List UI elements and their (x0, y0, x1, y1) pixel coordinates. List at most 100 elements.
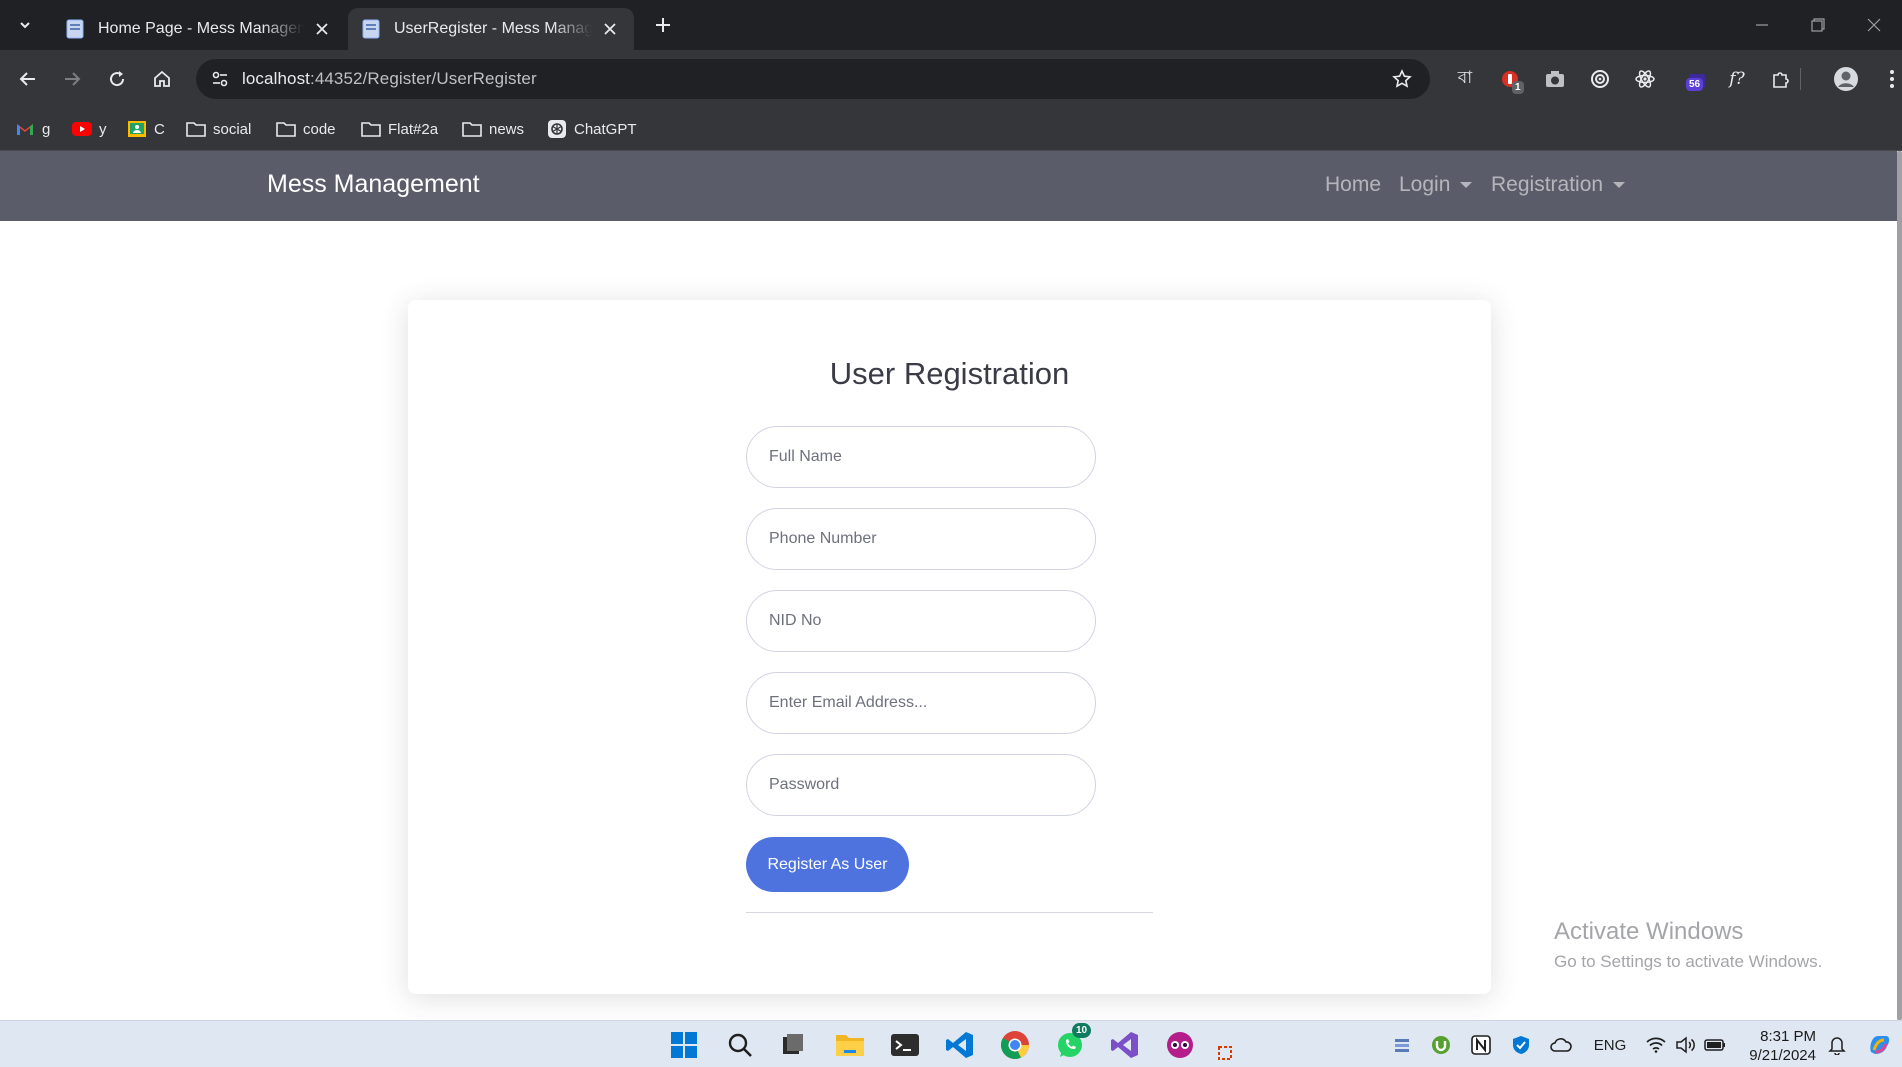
vscode-button[interactable] (942, 1027, 978, 1063)
tab-title: UserRegister - Mess Management (394, 20, 592, 37)
red-extension[interactable]: 1 (1496, 65, 1524, 94)
close-window-button[interactable] (1846, 0, 1902, 50)
battery-icon[interactable] (1703, 1033, 1727, 1057)
bookmark-folder-news[interactable]: news (462, 118, 524, 140)
tray-onedrive-icon[interactable] (1550, 1033, 1572, 1057)
bookmark-gmail[interactable]: g (15, 118, 50, 140)
tab-close-icon[interactable] (312, 19, 332, 39)
wifi-icon[interactable] (1644, 1033, 1668, 1057)
nav-home-link[interactable]: Home (1325, 173, 1381, 197)
password-input[interactable] (746, 754, 1096, 816)
tab-home-page[interactable]: Home Page - Mess Management (52, 8, 346, 50)
phone-number-input[interactable] (746, 508, 1096, 570)
avatar-icon (1834, 67, 1858, 91)
tab-search-button[interactable] (10, 10, 40, 40)
minimize-button[interactable] (1734, 0, 1790, 50)
file-explorer-button[interactable] (832, 1027, 868, 1063)
snipping-tool-button[interactable] (1215, 1039, 1239, 1063)
email-input[interactable] (746, 672, 1096, 734)
minimize-icon (1756, 24, 1768, 26)
whatsapp-button[interactable]: 10 (1052, 1023, 1092, 1063)
search-icon (728, 1033, 752, 1057)
chevron-down-icon (20, 22, 30, 29)
chrome-button[interactable] (997, 1027, 1033, 1063)
terminal-icon (891, 1034, 919, 1056)
tab-user-register[interactable]: UserRegister - Mess Management (348, 8, 634, 50)
form-divider (746, 912, 1153, 913)
bookmark-folder-social[interactable]: social (186, 118, 251, 140)
notification-bell-icon[interactable] (1825, 1033, 1849, 1057)
reload-button[interactable] (101, 63, 133, 95)
navbar-brand[interactable]: Mess Management (267, 170, 480, 199)
copilot-icon[interactable] (1864, 1033, 1894, 1057)
bookmark-label: news (489, 120, 525, 138)
discord-like-app-button[interactable] (1162, 1027, 1198, 1063)
taskbar-search-button[interactable] (722, 1027, 758, 1063)
bookmark-folder-flat[interactable]: Flat#2a (361, 118, 438, 140)
close-icon (1867, 18, 1881, 32)
profile-avatar[interactable] (1832, 65, 1860, 93)
extensions-menu-button[interactable] (1767, 65, 1795, 93)
caret-down-icon (1613, 182, 1626, 188)
terminal-button[interactable] (887, 1027, 923, 1063)
bookmark-star-icon[interactable] (1390, 67, 1414, 91)
camera-extension[interactable] (1541, 65, 1569, 93)
scrollbar-thumb[interactable] (1897, 151, 1902, 1020)
tab-title: Home Page - Mess Management (98, 20, 304, 37)
classroom-icon (127, 120, 147, 138)
caret-down-icon (1460, 182, 1473, 188)
tray-utorrent-icon[interactable] (1430, 1033, 1452, 1057)
restore-button[interactable] (1790, 0, 1846, 50)
volume-icon[interactable] (1673, 1033, 1697, 1057)
tray-app-icon[interactable] (1391, 1033, 1413, 1057)
full-name-input[interactable] (746, 426, 1096, 488)
more-vertical-icon (1890, 70, 1894, 88)
browser-menu-button[interactable] (1878, 65, 1902, 93)
register-as-user-button[interactable]: Register As User (746, 837, 909, 892)
home-button[interactable] (146, 63, 178, 95)
task-view-button[interactable] (775, 1027, 811, 1063)
bookmark-youtube[interactable]: y (72, 118, 107, 140)
language-indicator[interactable]: ENG (1593, 1033, 1627, 1057)
nav-registration-label: Registration (1491, 173, 1604, 196)
forward-button[interactable] (56, 63, 88, 95)
visual-studio-icon (1111, 1032, 1138, 1058)
windows-logo-icon (671, 1032, 697, 1058)
bookmark-folder-code[interactable]: code (276, 118, 336, 140)
target-extension[interactable] (1586, 65, 1614, 93)
chatgpt-icon (547, 120, 567, 138)
bookmark-label: C (154, 120, 165, 138)
window-controls (1734, 0, 1902, 50)
folder-icon (836, 1035, 864, 1056)
bookmark-classroom[interactable]: C (127, 118, 165, 140)
start-button[interactable] (666, 1027, 702, 1063)
camera-icon (1546, 71, 1564, 87)
bookmark-chatgpt[interactable]: ChatGPT (547, 118, 637, 140)
nav-registration-dropdown[interactable]: Registration (1491, 173, 1626, 197)
bookmark-label: social (213, 120, 252, 138)
nav-login-dropdown[interactable]: Login (1399, 173, 1473, 197)
site-settings-icon[interactable] (208, 67, 232, 91)
taskbar-clock[interactable]: 8:31 PM 9/21/2024 (1740, 1027, 1816, 1065)
back-button[interactable] (12, 63, 44, 95)
new-tab-button[interactable] (650, 12, 676, 38)
bookmark-label: code (303, 120, 336, 138)
plus-icon (656, 18, 670, 32)
utorrent-icon (1432, 1036, 1450, 1054)
url-path: :44352/Register/UserRegister (310, 69, 537, 88)
react-devtools-extension[interactable] (1631, 65, 1659, 93)
chrome-icon (1001, 1031, 1030, 1059)
bangla-keyboard-extension[interactable]: বা (1451, 65, 1479, 93)
purple-extension[interactable]: 56 (1683, 65, 1711, 93)
visual-studio-button[interactable] (1107, 1027, 1143, 1063)
shield-icon (1513, 1036, 1529, 1054)
nid-input[interactable] (746, 590, 1096, 652)
bookmark-label: ChatGPT (574, 120, 637, 138)
font-extension[interactable]: f? (1723, 65, 1751, 93)
address-bar[interactable]: localhost:44352/Register/UserRegister (196, 59, 1430, 99)
page-scrollbar[interactable] (1897, 151, 1902, 1020)
tray-security-icon[interactable] (1510, 1033, 1532, 1057)
page-favicon-icon (66, 19, 84, 39)
tray-notion-icon[interactable] (1470, 1033, 1492, 1057)
tab-close-icon[interactable] (600, 19, 620, 39)
